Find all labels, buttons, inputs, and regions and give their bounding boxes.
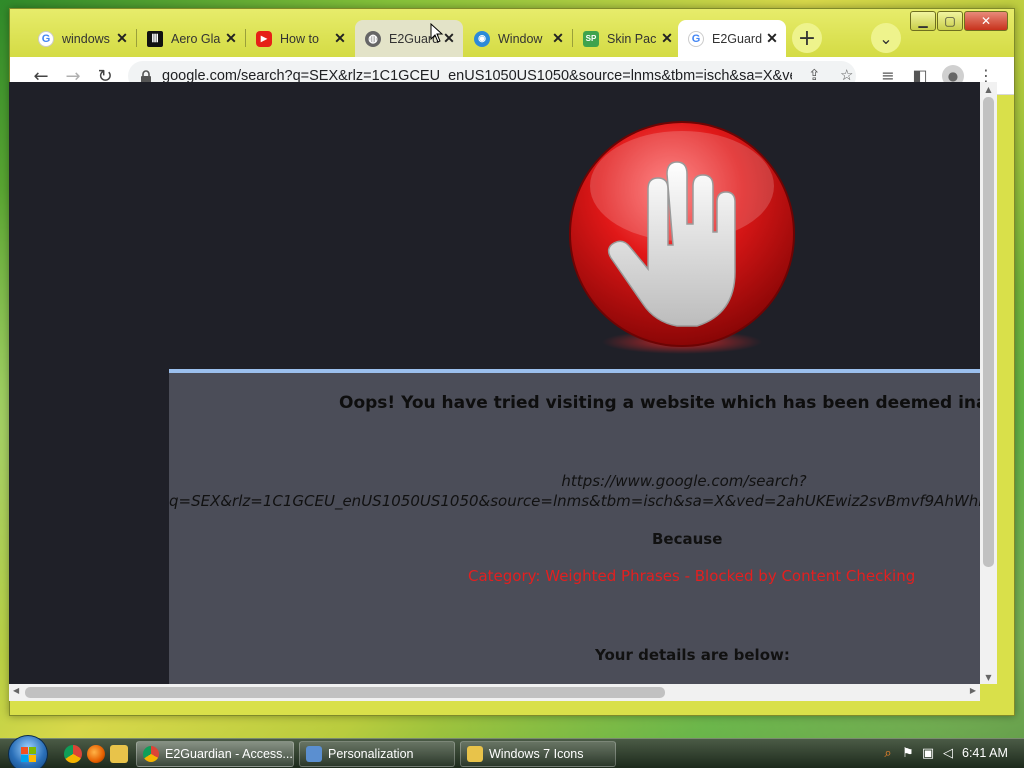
folder-icon bbox=[467, 746, 483, 762]
firefox-icon[interactable] bbox=[87, 745, 105, 763]
flag-icon[interactable]: ⚑ bbox=[900, 746, 916, 762]
google-icon: G bbox=[38, 30, 54, 47]
horizontal-scroll-thumb[interactable] bbox=[25, 687, 665, 698]
minimize-icon: ▁ bbox=[918, 14, 928, 28]
clock[interactable]: 6:41 AM bbox=[962, 746, 1008, 760]
minimize-button[interactable]: ▁ bbox=[910, 11, 936, 31]
windows-logo-icon bbox=[21, 747, 36, 762]
details-heading: Your details are below: bbox=[595, 646, 790, 664]
taskbar-item-label: Personalization bbox=[328, 747, 414, 761]
tab-label: E2Guard bbox=[712, 31, 763, 46]
tab-windows[interactable]: G windows ✕ bbox=[28, 20, 136, 57]
tab-label: How to bbox=[280, 31, 319, 46]
close-icon[interactable]: ✕ bbox=[332, 30, 348, 47]
google-icon: G bbox=[688, 30, 704, 47]
because-label: Because bbox=[652, 530, 723, 548]
page-content: Oops! You have tried visiting a website … bbox=[9, 82, 980, 684]
plus-icon: + bbox=[797, 25, 817, 51]
skinpack-icon: SP bbox=[583, 30, 599, 47]
stop-hand-icon bbox=[569, 121, 795, 354]
close-icon: ✕ bbox=[980, 14, 992, 28]
close-icon[interactable]: ✕ bbox=[223, 30, 239, 47]
maximize-icon: ▢ bbox=[944, 14, 956, 28]
tab-aero-glass[interactable]: Ⅲ Aero Gla ✕ bbox=[137, 20, 245, 57]
taskbar-item-label: E2Guardian - Access... bbox=[165, 747, 293, 761]
mouse-cursor-icon bbox=[430, 23, 444, 43]
maximize-button[interactable]: ▢ bbox=[937, 11, 963, 31]
tab-how-to[interactable]: ▶ How to ✕ bbox=[246, 20, 354, 57]
tab-strip: G windows ✕ Ⅲ Aero Gla ✕ ▶ How to ✕ ◍ E2… bbox=[10, 9, 1014, 57]
start-button[interactable] bbox=[8, 735, 48, 768]
horizontal-scrollbar[interactable]: ◀ ▶ bbox=[9, 684, 980, 701]
tab-e2guardian-1[interactable]: ◍ E2Guard ✕ bbox=[355, 20, 463, 57]
scroll-right-icon[interactable]: ▶ bbox=[970, 686, 976, 695]
tab-label: Window bbox=[498, 31, 543, 46]
tab-e2guardian-active[interactable]: G E2Guard ✕ bbox=[678, 20, 786, 57]
scroll-left-icon[interactable]: ◀ bbox=[13, 686, 19, 695]
folder-icon[interactable] bbox=[110, 745, 128, 763]
close-window-button[interactable]: ✕ bbox=[964, 11, 1008, 31]
close-icon[interactable]: ✕ bbox=[764, 30, 780, 47]
taskbar: E2Guardian - Access... Personalization W… bbox=[0, 735, 1024, 768]
block-headline: Oops! You have tried visiting a website … bbox=[339, 393, 980, 413]
person-icon: ● bbox=[947, 69, 959, 83]
block-message-panel: Oops! You have tried visiting a website … bbox=[169, 369, 980, 684]
tab-label: Aero Gla bbox=[171, 31, 221, 46]
volume-muted-icon[interactable]: ◁ bbox=[940, 746, 956, 762]
close-icon[interactable]: ✕ bbox=[659, 30, 675, 47]
vertical-scroll-thumb[interactable] bbox=[983, 97, 994, 567]
taskbar-item-label: Windows 7 Icons bbox=[489, 747, 584, 761]
tab-search-button[interactable]: ⌄ bbox=[871, 23, 901, 53]
taskbar-item-e2guardian[interactable]: E2Guardian - Access... bbox=[136, 741, 294, 767]
taskbar-item-windows-7-icons[interactable]: Windows 7 Icons bbox=[460, 741, 616, 767]
taskbar-item-personalization[interactable]: Personalization bbox=[299, 741, 455, 767]
youtube-icon: ▶ bbox=[256, 30, 272, 47]
globe-icon: ◍ bbox=[365, 30, 381, 47]
lock-icon bbox=[140, 70, 152, 84]
vertical-scrollbar[interactable]: ▲ ▼ bbox=[980, 82, 997, 684]
blocked-url-line-1: https://www.google.com/search? bbox=[561, 472, 807, 490]
tab-windows-2[interactable]: ◉ Window ✕ bbox=[464, 20, 572, 57]
monitor-icon bbox=[306, 746, 322, 762]
chrome-icon[interactable] bbox=[64, 745, 82, 763]
scroll-up-icon[interactable]: ▲ bbox=[980, 85, 997, 94]
tab-label: Skin Pac bbox=[607, 31, 657, 46]
new-tab-button[interactable]: + bbox=[792, 23, 822, 53]
search-icon[interactable]: ⌕ bbox=[880, 746, 896, 762]
museum-icon: Ⅲ bbox=[147, 30, 163, 47]
network-icon[interactable]: ▣ bbox=[920, 746, 936, 762]
chrome-icon bbox=[143, 746, 159, 762]
block-reason: Category: Weighted Phrases - Blocked by … bbox=[468, 567, 916, 585]
scroll-down-icon[interactable]: ▼ bbox=[980, 673, 997, 682]
close-icon[interactable]: ✕ bbox=[114, 30, 130, 47]
blocked-url-line-2: q=SEX&rlz=1C1GCEU_enUS1050US1050&source=… bbox=[169, 492, 980, 510]
tab-label: windows bbox=[62, 31, 110, 46]
edge-icon: ◉ bbox=[474, 30, 490, 47]
chevron-down-icon: ⌄ bbox=[879, 28, 893, 48]
close-icon[interactable]: ✕ bbox=[550, 30, 566, 47]
tab-skin-pack[interactable]: SP Skin Pac ✕ bbox=[573, 20, 681, 57]
